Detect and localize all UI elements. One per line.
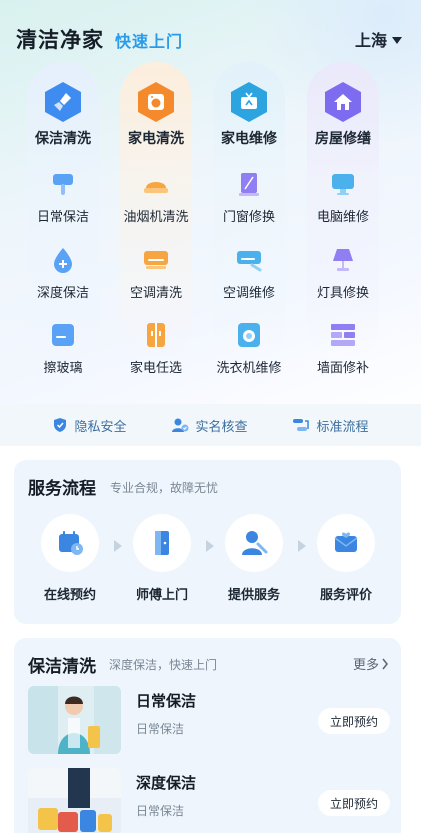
book-now-button[interactable]: 立即预约 (317, 708, 390, 734)
category-label: 洗衣机维修 (216, 361, 282, 376)
shield-icon (54, 418, 67, 432)
step-label: 服务评价 (319, 588, 372, 603)
tv-icon (231, 82, 267, 122)
category-label: 日常保洁 (36, 210, 89, 225)
category-daily-cleaning[interactable]: 日常保洁 (13, 168, 113, 225)
worker-icon (225, 514, 283, 572)
city-selector[interactable]: 上海 (355, 27, 402, 51)
flow-icon (293, 419, 310, 431)
category-wall-repair[interactable]: 墙面修补 (293, 319, 393, 376)
step-label: 在线预约 (43, 588, 96, 603)
chevron-right-icon (382, 658, 388, 669)
broom-icon (45, 82, 81, 122)
brick-wall-icon (327, 319, 359, 351)
process-step: 在线预约 (32, 514, 108, 603)
step-label: 师傅上门 (135, 588, 188, 603)
mail-heart-icon (317, 514, 375, 572)
process-step: 服务评价 (308, 514, 384, 603)
process-subtitle: 专业合规，故障无忧 (110, 481, 219, 495)
drop-plus-icon (47, 244, 79, 276)
chevron-right-icon (298, 540, 306, 552)
calendar-clock-icon (41, 514, 99, 572)
cleaning-title: 保洁清洗 (28, 657, 96, 677)
trust-identity: 实名核查 (171, 416, 248, 435)
process-step: 师傅上门 (124, 514, 200, 603)
category-label: 墙面修补 (316, 361, 369, 376)
category-label: 电脑维修 (316, 210, 369, 225)
trust-label: 标准流程 (316, 419, 369, 435)
category-label: 油烟机清洗 (123, 210, 189, 225)
cleaning-subtitle: 深度保洁，快速上门 (109, 658, 218, 672)
category-grid: 保洁清洗 家电清洗 家电维修 房屋修缮 日常保洁 油烟机清洗 门窗修换 电脑维修… (0, 62, 421, 392)
category-label: 擦玻璃 (43, 361, 83, 376)
category-house-repair[interactable]: 房屋修缮 (293, 82, 393, 148)
category-door-window[interactable]: 门窗修换 (199, 168, 299, 225)
process-steps: 在线预约 师傅上门 提供服务 服务评价 (14, 514, 401, 614)
cleaning-card: 保洁清洗 深度保洁，快速上门 更多 日常保洁 日常保洁 立即预约 深度保洁 日常… (14, 638, 401, 833)
service-subtitle: 日常保洁 (136, 722, 185, 736)
fridge-icon (140, 319, 172, 351)
process-card: 服务流程 专业合规，故障无忧 在线预约 师傅上门 提供服务 服务评价 (14, 460, 401, 624)
air-conditioner-icon (140, 244, 172, 276)
service-title: 日常保洁 (136, 692, 197, 710)
computer-icon (327, 168, 359, 200)
category-range-hood[interactable]: 油烟机清洗 (106, 168, 206, 225)
glass-wipe-icon (47, 319, 79, 351)
trust-label: 实名核查 (195, 419, 248, 435)
service-photo (28, 686, 121, 754)
category-ac-cleaning[interactable]: 空调清洗 (106, 244, 206, 301)
step-label: 提供服务 (227, 588, 280, 603)
category-appliance-cleaning[interactable]: 家电清洗 (106, 82, 206, 148)
category-appliance-select[interactable]: 家电任选 (106, 319, 206, 376)
book-now-button[interactable]: 立即预约 (317, 790, 390, 816)
chevron-right-icon (206, 540, 214, 552)
process-title: 服务流程 (28, 479, 96, 499)
category-cleaning[interactable]: 保洁清洗 (13, 82, 113, 148)
caret-down-icon (392, 36, 402, 44)
service-item[interactable]: 日常保洁 日常保洁 立即预约 (28, 686, 390, 756)
user-check-icon (172, 418, 189, 432)
category-label: 家电维修 (221, 131, 277, 147)
city-label: 上海 (354, 31, 387, 50)
category-label: 家电清洗 (128, 131, 184, 147)
trust-privacy: 隐私安全 (52, 416, 127, 435)
mop-icon (47, 168, 79, 200)
process-step: 提供服务 (216, 514, 292, 603)
more-link[interactable]: 更多 (353, 654, 389, 673)
range-hood-icon (140, 168, 172, 200)
more-label: 更多 (352, 658, 379, 673)
category-label: 门窗修换 (222, 210, 275, 225)
category-label: 空调清洗 (129, 286, 182, 301)
category-label: 灯具修换 (316, 286, 369, 301)
category-label: 空调维修 (222, 286, 275, 301)
service-title: 深度保洁 (136, 774, 197, 792)
category-label: 家电任选 (129, 361, 182, 376)
category-label: 保洁清洗 (35, 131, 91, 147)
trust-bar: 隐私安全 实名核查 标准流程 (0, 404, 421, 446)
window-icon (233, 168, 265, 200)
lamp-icon (327, 244, 359, 276)
category-deep-cleaning[interactable]: 深度保洁 (13, 244, 113, 301)
washing-machine-icon (138, 82, 174, 122)
category-lamp-repair[interactable]: 灯具修换 (293, 244, 393, 301)
door-icon (133, 514, 191, 572)
house-icon (325, 82, 361, 122)
app-slogan: 快速上门 (115, 32, 184, 51)
category-glass-wiping[interactable]: 擦玻璃 (13, 319, 113, 376)
ac-repair-icon (233, 244, 265, 276)
category-computer-repair[interactable]: 电脑维修 (293, 168, 393, 225)
category-washer-repair[interactable]: 洗衣机维修 (199, 319, 299, 376)
washer-icon (233, 319, 265, 351)
app-title: 清洁净家 (16, 28, 104, 52)
service-subtitle: 日常保洁 (136, 804, 185, 818)
category-ac-repair[interactable]: 空调维修 (199, 244, 299, 301)
chevron-right-icon (114, 540, 122, 552)
trust-label: 隐私安全 (74, 419, 127, 435)
category-appliance-repair[interactable]: 家电维修 (199, 82, 299, 148)
trust-standard: 标准流程 (292, 416, 369, 435)
service-photo (28, 768, 121, 833)
service-item[interactable]: 深度保洁 日常保洁 立即预约 (28, 768, 390, 833)
category-label: 房屋修缮 (315, 131, 371, 147)
category-label: 深度保洁 (36, 286, 89, 301)
